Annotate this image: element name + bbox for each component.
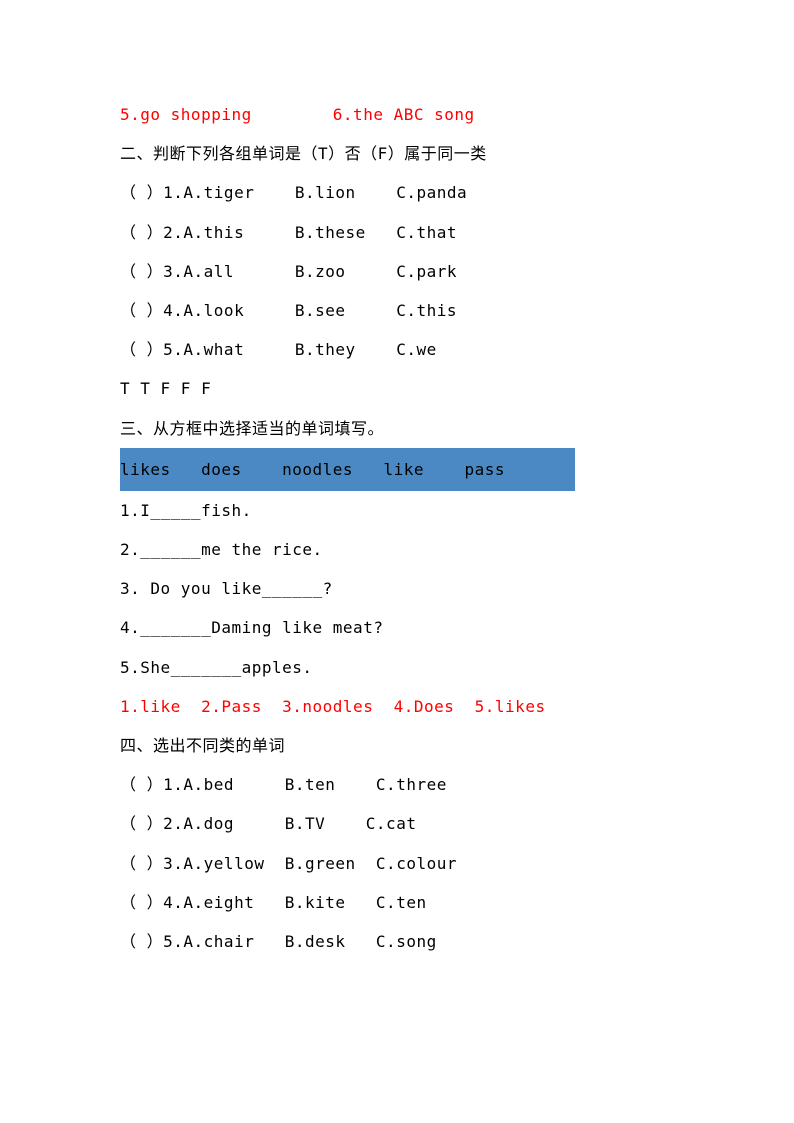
section3-title: 三、从方框中选择适当的单词填写。 — [120, 409, 674, 448]
section3-q5: 5.She_______apples. — [120, 648, 674, 687]
section3-q2: 2.______me the rice. — [120, 530, 674, 569]
section2-q3: （ ）3.A.all B.zoo C.park — [120, 252, 674, 291]
section4-q5: （ ）5.A.chair B.desk C.song — [120, 922, 674, 961]
section4-q2: （ ）2.A.dog B.TV C.cat — [120, 804, 674, 843]
word-bank-box: likes does noodles like pass — [120, 448, 575, 491]
section2-title: 二、判断下列各组单词是（T）否（F）属于同一类 — [120, 134, 674, 173]
section2-q2: （ ）2.A.this B.these C.that — [120, 213, 674, 252]
section3-answers: 1.like 2.Pass 3.noodles 4.Does 5.likes — [120, 687, 674, 726]
section2-q4: （ ）4.A.look B.see C.this — [120, 291, 674, 330]
section3-q4: 4._______Daming like meat? — [120, 608, 674, 647]
section4-title: 四、选出不同类的单词 — [120, 726, 674, 765]
section4-q1: （ ）1.A.bed B.ten C.three — [120, 765, 674, 804]
section2-q5: （ ）5.A.what B.they C.we — [120, 330, 674, 369]
section2-q1: （ ）1.A.tiger B.lion C.panda — [120, 173, 674, 212]
section3-q3: 3. Do you like______? — [120, 569, 674, 608]
section2-answers: T T F F F — [120, 369, 674, 408]
section4-q4: （ ）4.A.eight B.kite C.ten — [120, 883, 674, 922]
section4-q3: （ ）3.A.yellow B.green C.colour — [120, 844, 674, 883]
section3-q1: 1.I_____fish. — [120, 491, 674, 530]
top-answer-line: 5.go shopping 6.the ABC song — [120, 95, 674, 134]
